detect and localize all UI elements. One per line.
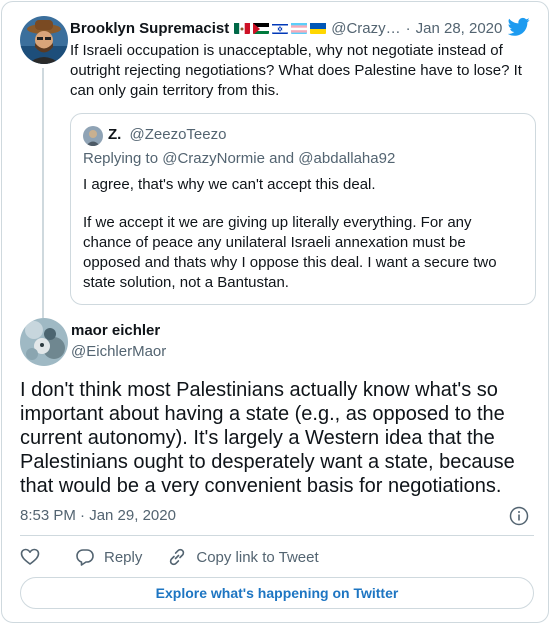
palestine-flag-icon — [253, 22, 270, 34]
parent-handle[interactable]: @Crazy… — [331, 20, 400, 37]
quote-header: Z. @ZeezoTeezo — [108, 126, 226, 143]
main-display-name[interactable]: maor eichler — [71, 322, 160, 339]
quote-tweet[interactable]: Z. @ZeezoTeezo Replying to @CrazyNormie … — [70, 113, 536, 305]
parent-display-name[interactable]: Brooklyn Supremacist — [70, 20, 229, 37]
israel-flag-icon — [272, 22, 289, 34]
quote-handle: @ZeezoTeezo — [129, 126, 227, 143]
parent-header: Brooklyn Supremacist @Crazy… · Jan 28, 2… — [70, 17, 510, 39]
reply-bubble-icon — [76, 549, 94, 566]
quote-paragraph-1: I agree, that's why we can't accept this… — [83, 176, 376, 193]
reply-label: Reply — [104, 548, 143, 566]
copy-link-label: Copy link to Tweet — [196, 548, 319, 566]
like-button[interactable] — [20, 547, 40, 567]
quote-display-name: Z. — [108, 126, 122, 143]
parent-date[interactable]: Jan 28, 2020 — [416, 20, 503, 37]
parent-tweet-text: If Israeli occupation is unacceptable, w… — [70, 42, 522, 99]
tweet-card: Brooklyn Supremacist @Crazy… · Jan 28, 2… — [1, 1, 549, 623]
reply-button[interactable]: Reply — [75, 547, 142, 567]
replying-to: Replying to @CrazyNormie and @abdallaha9… — [83, 150, 396, 167]
divider — [20, 535, 534, 536]
quote-avatar — [83, 126, 103, 146]
ukraine-flag-icon — [310, 22, 327, 34]
tweet-timestamp[interactable]: 8:53 PM · Jan 29, 2020 — [20, 507, 176, 524]
twitter-bird-icon[interactable] — [507, 17, 530, 37]
explore-twitter-button[interactable]: Explore what's happening on Twitter — [20, 577, 534, 609]
transgender-flag-icon — [291, 22, 308, 34]
copy-link-button[interactable]: Copy link to Tweet — [167, 547, 319, 567]
flag-emojis — [234, 22, 327, 34]
info-icon[interactable] — [509, 506, 529, 526]
quote-paragraph-2: If we accept it we are giving up literal… — [83, 214, 497, 291]
separator-dot: · — [405, 19, 411, 37]
mexico-flag-icon — [234, 22, 251, 34]
parent-avatar[interactable] — [20, 16, 68, 64]
action-bar: Reply Copy link to Tweet — [20, 545, 319, 569]
main-avatar[interactable] — [20, 318, 68, 366]
thread-line — [42, 68, 44, 318]
main-handle[interactable]: @EichlerMaor — [71, 343, 166, 360]
heart-icon — [20, 548, 40, 565]
main-tweet-text: I don't think most Palestinians actually… — [20, 379, 515, 497]
link-icon — [170, 548, 185, 566]
